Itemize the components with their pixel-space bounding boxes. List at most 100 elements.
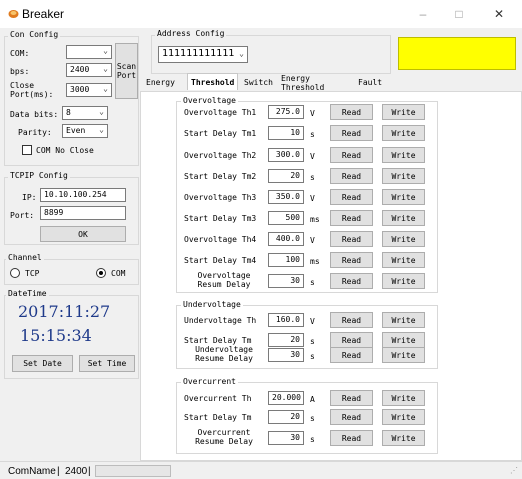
write-button[interactable]: Write [382,332,425,348]
maximize-button[interactable]: □ [446,4,472,24]
write-button[interactable]: Write [382,231,425,247]
threshold-value-input[interactable]: 400.0 [268,232,304,246]
close-port-select[interactable]: 3000 ⌄ [66,83,112,97]
write-button[interactable]: Write [382,252,425,268]
undervoltage-title: Undervoltage [181,300,243,309]
write-button[interactable]: Write [382,125,425,141]
com-select[interactable]: ⌄ [66,45,112,59]
com-name-status: ComName [8,466,56,477]
threshold-value-input[interactable]: 20 [268,333,304,347]
ip-input[interactable]: 10.10.100.254 [40,188,126,202]
write-button[interactable]: Write [382,210,425,226]
read-button[interactable]: Read [330,390,373,406]
read-button[interactable]: Read [330,189,373,205]
set-date-button[interactable]: Set Date [12,355,73,372]
threshold-value-input[interactable]: 20.000 [268,391,304,405]
data-bits-select[interactable]: 8 ⌄ [62,106,108,120]
write-button[interactable]: Write [382,430,425,446]
threshold-label: Overvoltage Resum Delay [197,271,251,289]
com-no-close-checkbox[interactable] [22,145,32,155]
bps-status: 2400 [65,466,88,477]
threshold-label: Start Delay Tm [184,413,252,422]
breaker-app-icon [8,10,19,18]
threshold-label: Start Delay Tm1 [184,129,257,138]
write-button[interactable]: Write [382,104,425,120]
address-select[interactable]: 111111111111 ⌄ [158,46,248,63]
read-button[interactable]: Read [330,312,373,328]
port-input[interactable]: 8899 [40,206,126,220]
threshold-value-input[interactable]: 500 [268,211,304,225]
write-button[interactable]: Write [382,409,425,425]
write-button[interactable]: Write [382,347,425,363]
read-button[interactable]: Read [330,409,373,425]
threshold-value-input[interactable]: 30 [268,274,304,288]
datetime-title: DateTime [6,289,49,298]
unit-label: s [310,130,315,139]
threshold-value-input[interactable]: 20 [268,410,304,424]
ip-label: IP: [22,193,37,202]
chevron-down-icon: ⌄ [103,64,108,73]
close-port-label: Close Port(ms): [10,81,54,99]
parity-select[interactable]: Even ⌄ [62,124,108,138]
write-button[interactable]: Write [382,273,425,289]
status-separator: | [88,466,91,477]
chevron-down-icon: ⌄ [99,125,104,134]
threshold-label: Undervoltage Resume Delay [195,345,253,363]
write-button[interactable]: Write [382,168,425,184]
tab-energy-threshold[interactable]: Energy Threshold [277,74,328,92]
read-button[interactable]: Read [330,104,373,120]
com-no-close-label: COM No Close [36,146,94,155]
read-button[interactable]: Read [330,210,373,226]
threshold-value-input[interactable]: 10 [268,126,304,140]
ok-button[interactable]: OK [40,226,126,242]
read-button[interactable]: Read [330,231,373,247]
write-button[interactable]: Write [382,312,425,328]
threshold-value-input[interactable]: 350.0 [268,190,304,204]
window-title: Breaker [22,7,65,21]
write-button[interactable]: Write [382,390,425,406]
bps-select[interactable]: 2400 ⌄ [66,63,112,77]
threshold-value-input[interactable]: 300.0 [268,148,304,162]
threshold-value-input[interactable]: 30 [268,348,304,362]
read-button[interactable]: Read [330,168,373,184]
read-button[interactable]: Read [330,125,373,141]
tab-switch[interactable]: Switch [240,75,277,90]
overvoltage-title: Overvoltage [181,96,238,105]
read-button[interactable]: Read [330,430,373,446]
threshold-label: Overvoltage Th2 [184,151,257,160]
unit-label: s [310,173,315,182]
chevron-down-icon: ⌄ [103,84,108,93]
com-radio[interactable] [96,268,106,278]
scan-port-button[interactable]: Scan Port [115,43,138,99]
parity-label: Parity: [18,128,52,137]
read-button[interactable]: Read [330,252,373,268]
unit-label: V [310,317,315,326]
resize-grip-icon[interactable]: ⋰ [510,466,518,475]
progress-bar [95,465,171,477]
threshold-value-input[interactable]: 275.0 [268,105,304,119]
write-button[interactable]: Write [382,189,425,205]
set-time-button[interactable]: Set Time [79,355,135,372]
threshold-value-input[interactable]: 100 [268,253,304,267]
minimize-button[interactable]: – [410,4,436,24]
threshold-value-input[interactable]: 30 [268,431,304,445]
unit-label: s [310,337,315,346]
threshold-label: Overcurrent Resume Delay [195,428,253,446]
tcp-radio[interactable] [10,268,20,278]
unit-label: V [310,194,315,203]
read-button[interactable]: Read [330,347,373,363]
write-button[interactable]: Write [382,147,425,163]
threshold-value-input[interactable]: 160.0 [268,313,304,327]
read-button[interactable]: Read [330,147,373,163]
close-button[interactable]: ✕ [486,4,512,24]
threshold-label: Overcurrent Th [184,394,252,403]
tab-threshold[interactable]: Threshold [187,73,239,90]
tab-fault[interactable]: Fault [354,75,386,90]
tcpip-config-title: TCPIP Config [8,171,70,180]
tab-energy[interactable]: Energy [142,75,179,90]
read-button[interactable]: Read [330,332,373,348]
unit-label: ms [310,215,320,224]
threshold-value-input[interactable]: 20 [268,169,304,183]
read-button[interactable]: Read [330,273,373,289]
date-display: 2017:11:27 [18,302,111,321]
